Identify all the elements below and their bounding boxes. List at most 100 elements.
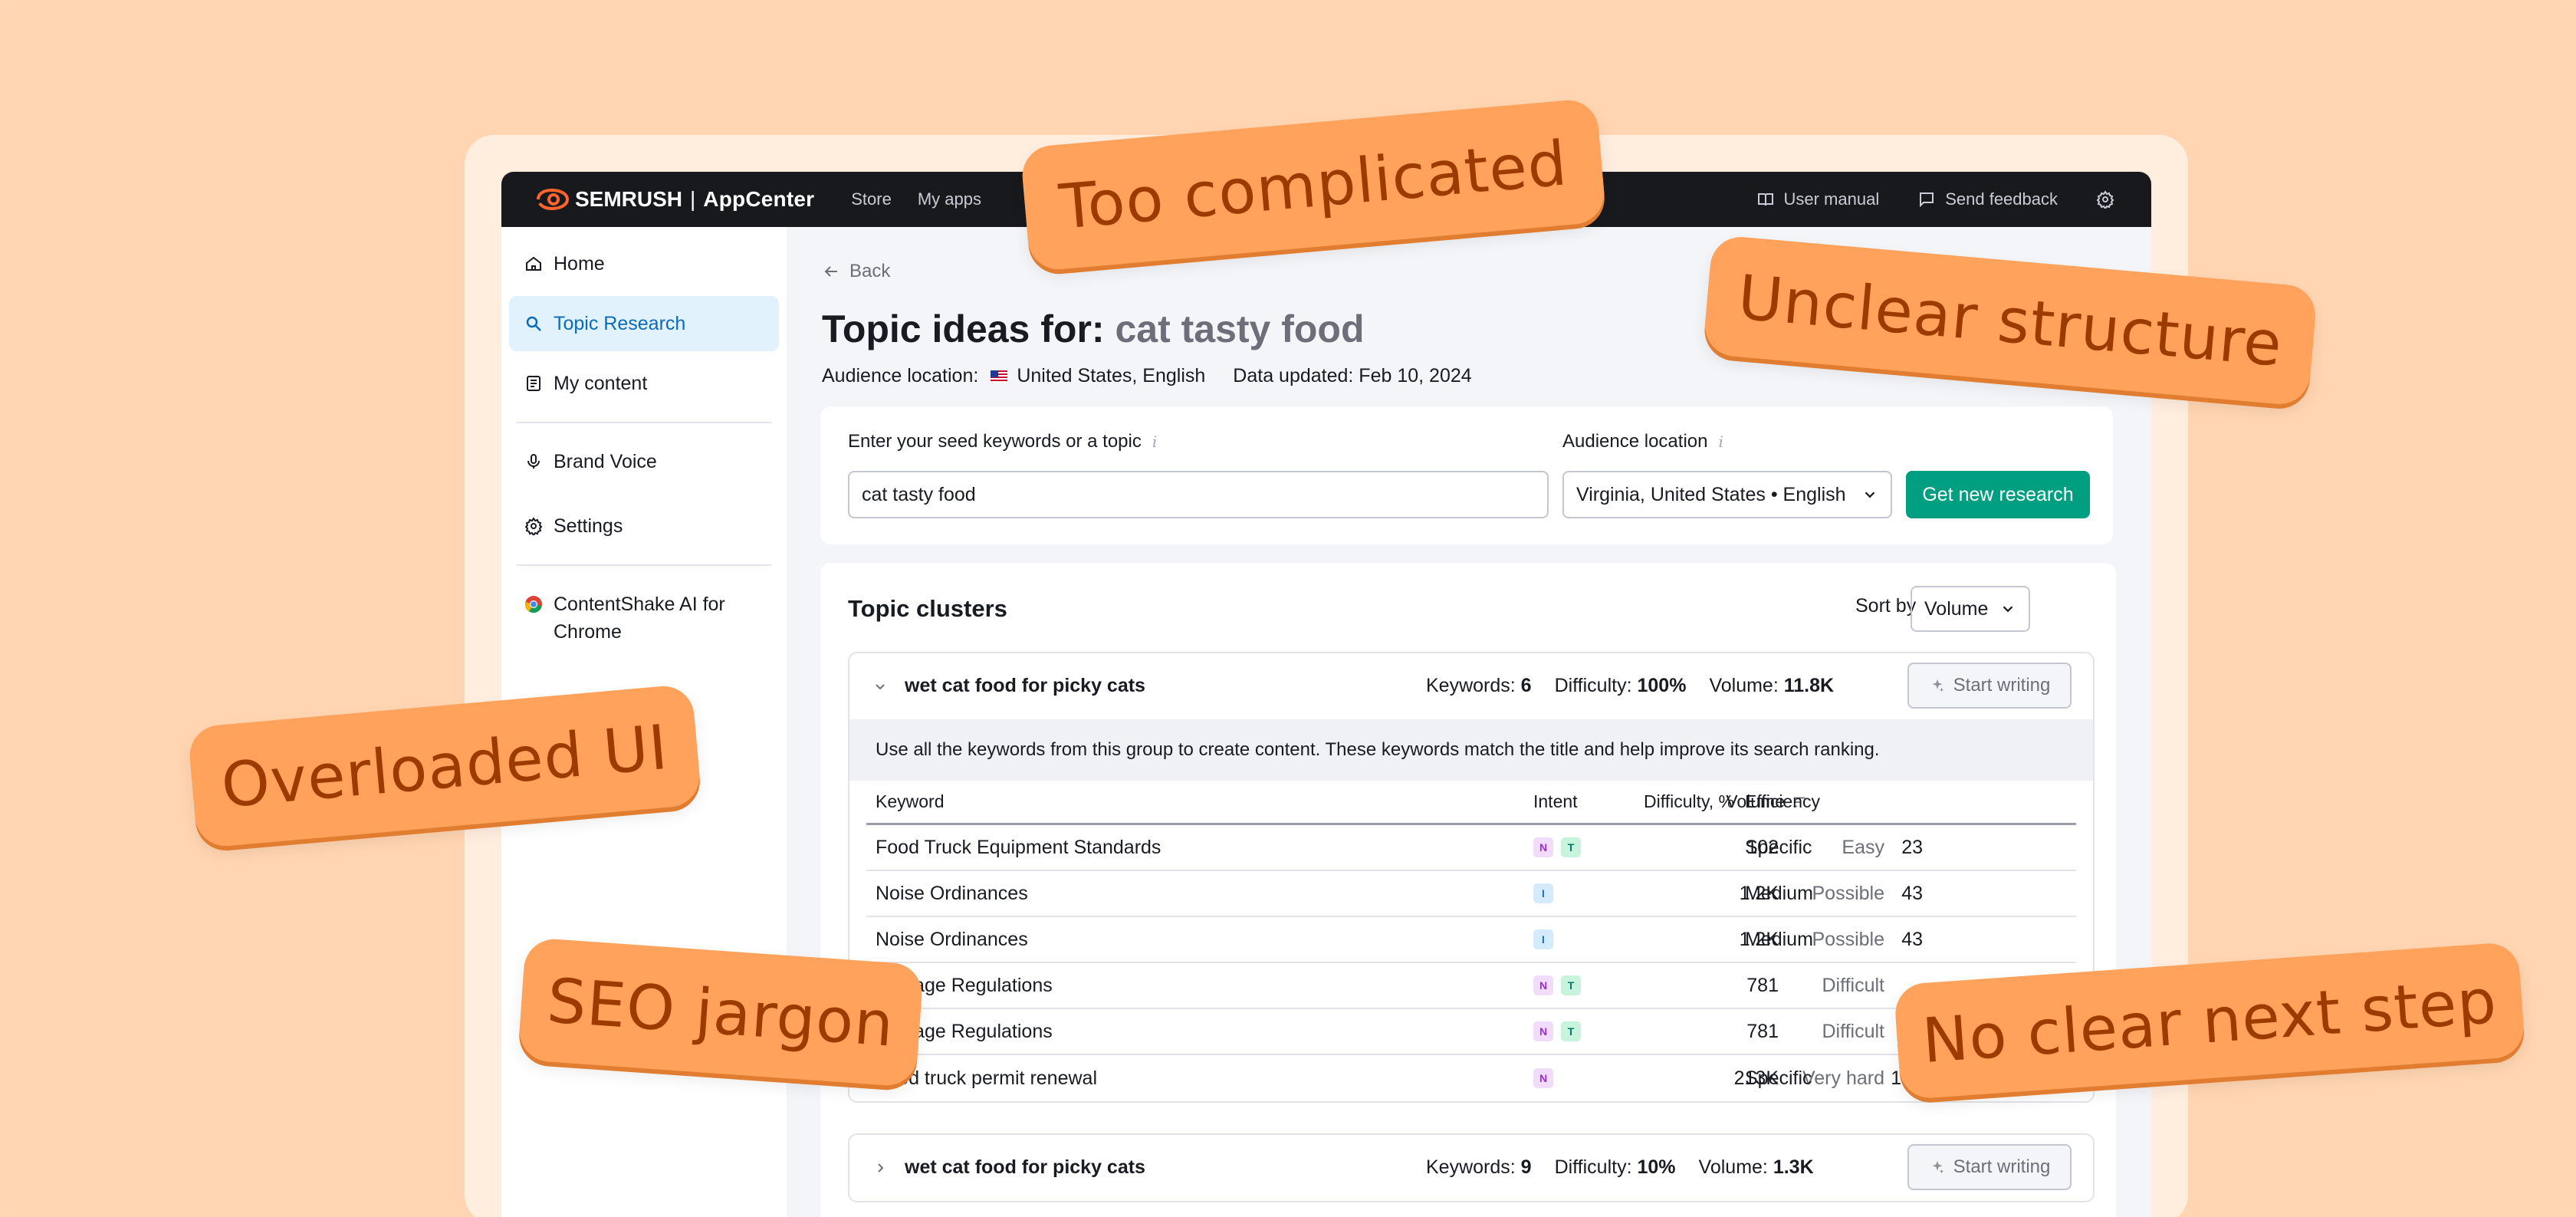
book-icon [1757, 193, 1773, 206]
location-select-value: Virginia, United States • English [1576, 483, 1846, 505]
settings-button[interactable] [2096, 190, 2114, 209]
send-feedback-link[interactable]: Send feedback [1917, 189, 2058, 209]
location-label: Audience location i [1562, 431, 1723, 452]
table-row[interactable]: Food truck permit renewalN213KVery hard1… [866, 1055, 2076, 1101]
user-manual-label: User manual [1783, 189, 1880, 209]
chat-icon [1920, 192, 1934, 208]
table-row[interactable]: Noise Ordinances I 1.2K Possible 43 Medium [866, 917, 2076, 963]
sidebar-item-settings[interactable]: Settings [509, 498, 779, 554]
col-efficiency[interactable]: Efficiency [1745, 781, 1820, 823]
col-difficulty[interactable]: Difficulty, % [1644, 781, 1734, 823]
nav-my-apps[interactable]: My apps [918, 189, 981, 209]
sidebar-divider [517, 422, 771, 423]
us-flag-icon [991, 370, 1008, 383]
document-icon [527, 376, 540, 391]
intent-badge: N [1533, 1068, 1553, 1088]
audience-value: United States, English [1017, 365, 1206, 386]
info-icon[interactable]: i [1718, 433, 1723, 451]
cell-volume: 781 [1746, 1020, 1779, 1042]
col-intent[interactable]: Intent [1533, 781, 1578, 823]
intent-badge: I [1533, 929, 1553, 949]
cell-efficiency: Medium [1745, 882, 1813, 904]
start-writing-button[interactable]: Start writing [1907, 663, 2072, 709]
get-new-research-button[interactable]: Get new research [1906, 471, 2090, 518]
page-meta: Audience location: United States, Englis… [822, 365, 1472, 387]
cluster-keywords-stat: Keywords: 6 [1426, 675, 1532, 696]
sort-select[interactable]: Volume [1911, 586, 2030, 632]
table-body: Food Truck Equipment Standards N T 102 Easy 2… [866, 825, 2076, 1101]
brand-separator: | [690, 187, 696, 211]
sidebar-item-my-content[interactable]: My content [509, 356, 779, 411]
cluster-stats: Keywords: 9 Difficulty: 10% Volume: 1.3K [1426, 1156, 1814, 1179]
send-feedback-label: Send feedback [1945, 189, 2058, 209]
location-label-text: Audience location [1562, 431, 1708, 452]
cell-difficulty-text: Possible [1812, 882, 1885, 904]
back-link[interactable]: Back [822, 261, 890, 282]
user-manual-link[interactable]: User manual [1756, 189, 1880, 209]
cell-intent: N [1533, 1055, 1553, 1101]
cell-difficulty-text: Very hard [1802, 1067, 1884, 1089]
nav-store[interactable]: Store [851, 189, 892, 209]
search-card: Enter your seed keywords or a topic i Au… [820, 406, 2113, 544]
cell-difficulty-text: Difficult [1822, 1020, 1884, 1042]
cell-difficulty-value: 23 [1901, 836, 1923, 858]
table-row[interactable]: Signage Regulations N T 781 Difficult [866, 1009, 2076, 1055]
sidebar-item-home[interactable]: Home [509, 236, 779, 291]
cluster-difficulty-stat: Difficulty: 100% [1554, 675, 1687, 696]
start-writing-label: Start writing [1953, 1156, 2051, 1177]
cluster-title: wet cat food for picky cats [905, 675, 1145, 696]
intent-badge: N [1533, 975, 1553, 995]
cluster-stats: Keywords: 6 Difficulty: 100% Volume: 11.… [1426, 675, 1834, 697]
cluster-volume-stat: Volume: 11.8K [1709, 675, 1835, 696]
start-writing-label: Start writing [1953, 675, 2051, 696]
table-row[interactable]: Food Truck Equipment Standards N T 102 Easy 2… [866, 825, 2076, 871]
table-row[interactable]: Noise Ordinances I 1.2K Possible 43 Medium [866, 871, 2076, 917]
cell-efficiency: Specific [1745, 836, 1812, 858]
data-updated: Data updated: Feb 10, 2024 [1233, 365, 1472, 386]
sidebar-item-topic-research[interactable]: Topic Research [509, 296, 779, 351]
cluster-header[interactable]: wet cat food for picky cats Keywords: 9 … [849, 1135, 2093, 1201]
intent-badge: N [1533, 837, 1553, 857]
app-name: AppCenter [703, 187, 815, 211]
cluster-volume-stat: Volume: 1.3K [1698, 1156, 1814, 1178]
sidebar-item-contentshake-chrome[interactable]: ContentShake AI for Chrome [509, 577, 779, 646]
cell-intent: NT [1533, 963, 1581, 1008]
cell-keyword[interactable]: Noise Ordinances [876, 917, 1028, 962]
brand-name: SEMRUSH [575, 187, 683, 211]
sort-label: Sort by [1855, 595, 1917, 617]
table-row[interactable]: Signage Regulations N T 781 Difficult [866, 963, 2076, 1009]
seed-label-text: Enter your seed keywords or a topic [848, 431, 1142, 452]
audience-label: Audience location: [822, 365, 979, 386]
sidebar-item-label: Topic Research [554, 312, 686, 334]
chevron-right-icon[interactable] [871, 1159, 889, 1177]
cell-keyword[interactable]: Food Truck Equipment Standards [876, 825, 1161, 870]
cluster-difficulty-stat: Difficulty: 10% [1554, 1156, 1676, 1178]
top-nav: Store My apps [851, 189, 981, 209]
cell-volume: 781 [1746, 974, 1779, 996]
start-writing-button[interactable]: Start writing [1907, 1144, 2072, 1190]
info-icon[interactable]: i [1152, 433, 1157, 451]
location-select[interactable]: Virginia, United States • English [1562, 471, 1892, 518]
sidebar-item-label: My content [554, 372, 648, 394]
cell-difficulty-value: 43 [1901, 928, 1923, 950]
col-keyword[interactable]: Keyword [876, 781, 944, 823]
cell-keyword[interactable]: Noise Ordinances [876, 871, 1028, 916]
sidebar-item-brand-voice[interactable]: Brand Voice [509, 434, 779, 489]
semrush-logo[interactable]: SEMRUSH | AppCenter [535, 187, 814, 212]
title-keyword: cat tasty food [1115, 308, 1365, 350]
seed-keyword-input[interactable]: cat tasty food [848, 471, 1549, 518]
gear-icon [2096, 190, 2114, 209]
seed-label: Enter your seed keywords or a topic i [848, 431, 1157, 452]
cluster-header[interactable]: wet cat food for picky cats Keywords: 6 … [849, 653, 2093, 719]
cluster-description: Use all the keywords from this group to … [849, 719, 2093, 781]
sidebar-item-label: Settings [554, 515, 623, 537]
chevron-down-icon[interactable] [871, 677, 889, 696]
chrome-icon [524, 596, 542, 613]
top-actions: User manual Send feedback [1756, 172, 2115, 227]
sidebar-item-label: ContentShake AI for Chrome [554, 594, 725, 643]
sort-select-value: Volume [1924, 597, 1989, 620]
home-icon [526, 256, 541, 271]
chevron-down-icon [1865, 492, 1875, 498]
arrow-left-icon [824, 266, 837, 277]
title-prefix: Topic ideas for: [822, 308, 1105, 350]
